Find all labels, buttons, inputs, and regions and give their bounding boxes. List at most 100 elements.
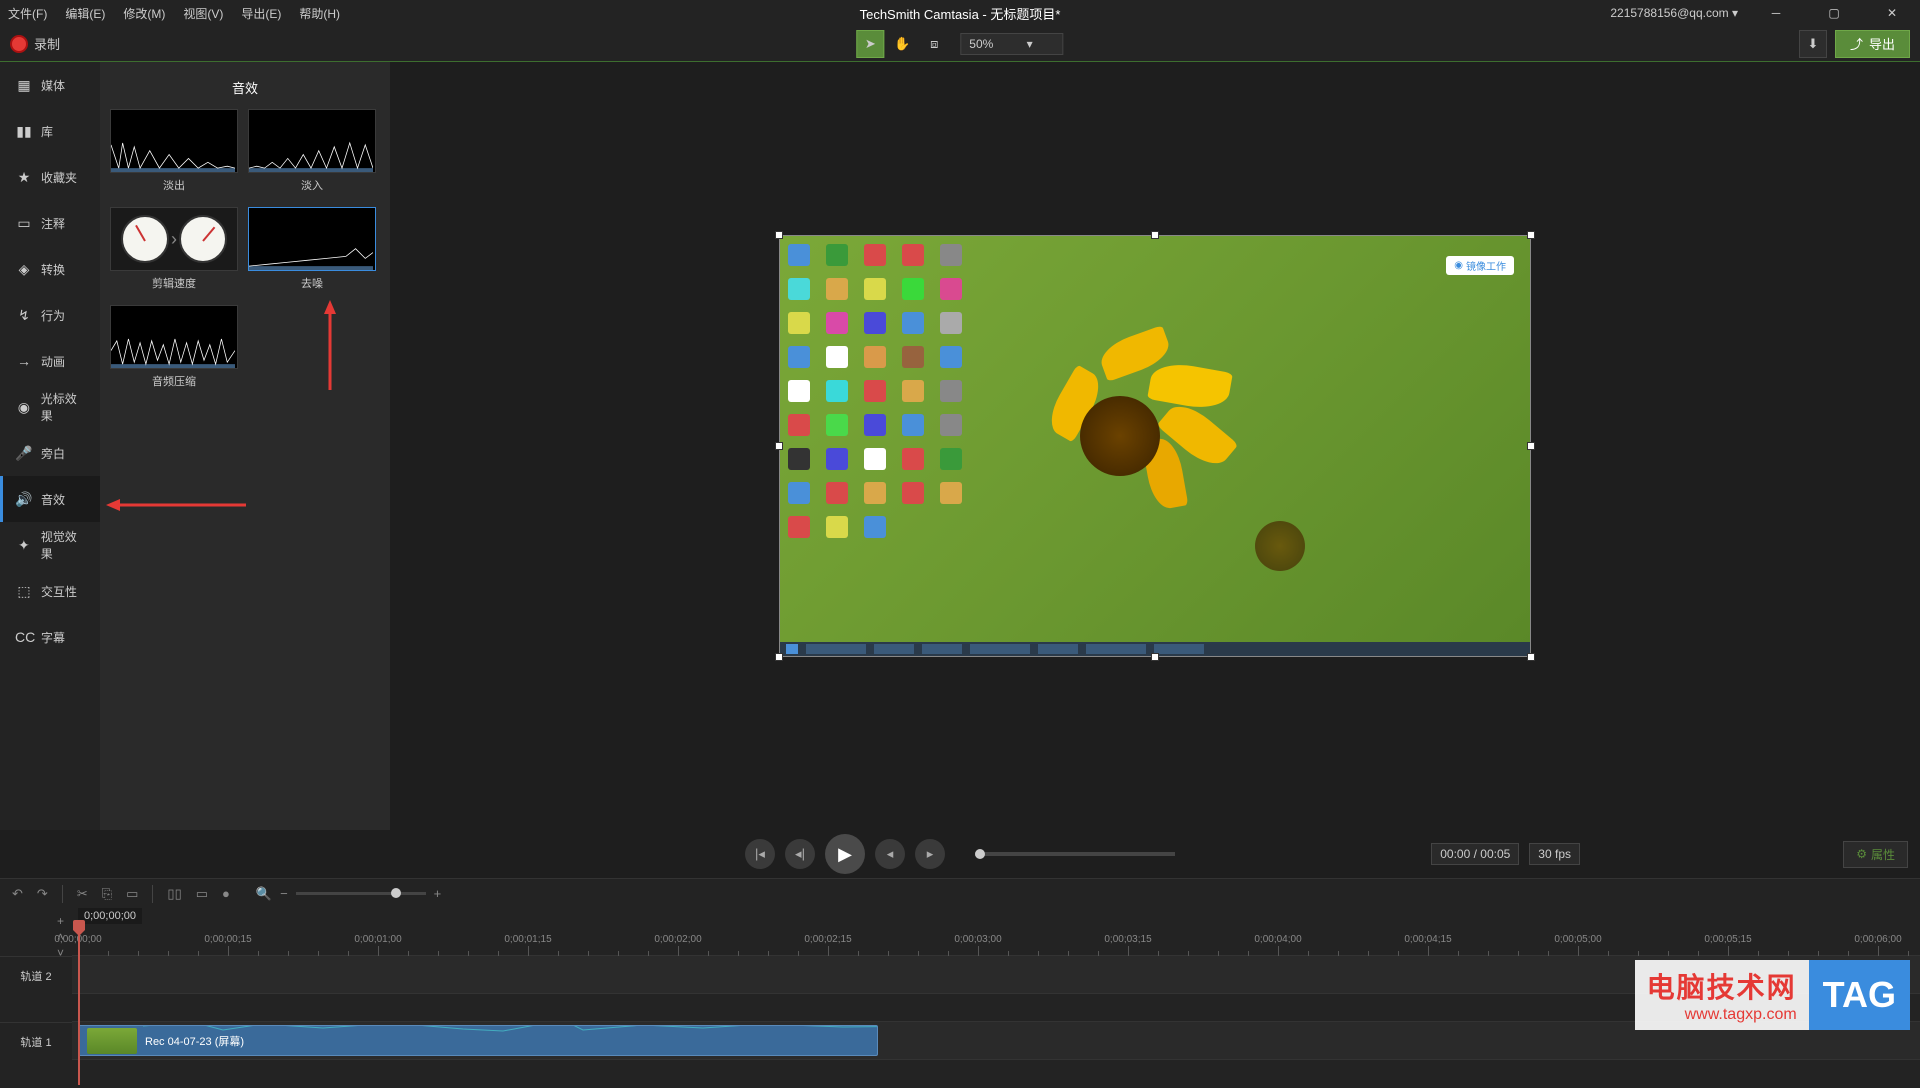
menu-file[interactable]: 文件(F)	[8, 5, 47, 22]
record-icon	[10, 35, 28, 53]
canvas-content: ◉ 镜像工作	[780, 236, 1530, 656]
playhead-time: 0;00;00;00	[78, 908, 142, 924]
resize-handle-lm[interactable]	[775, 442, 783, 450]
track-label-1[interactable]: 轨道 1	[0, 1022, 72, 1060]
share-icon: ⤴	[1850, 34, 1863, 53]
desktop-icons-grid	[788, 244, 968, 538]
clip[interactable]: Rec 04-07-23 (屏幕)	[78, 1025, 878, 1056]
panel-title: 音效	[110, 72, 380, 109]
cursor-icon: ◉	[15, 399, 33, 416]
effect-fade-in[interactable]: 淡入	[248, 109, 376, 197]
resize-handle-rm[interactable]	[1527, 442, 1535, 450]
track-row-2[interactable]	[72, 956, 1920, 994]
resize-handle-br[interactable]	[1527, 653, 1535, 661]
effects-panel: 音效 淡出 淡入 › 剪辑速度 去噪 音频压缩	[100, 62, 390, 830]
sidebar-item-library[interactable]: ▮▮库	[0, 108, 100, 154]
play-button[interactable]: ▶	[825, 834, 865, 874]
sidebar-item-interactivity[interactable]: ⬚交互性	[0, 568, 100, 614]
sidebar-item-cursor[interactable]: ◉光标效果	[0, 384, 100, 430]
canvas-frame[interactable]: ◉ 镜像工作	[779, 235, 1531, 657]
canvas-badge: ◉ 镜像工作	[1446, 256, 1514, 275]
paste-button[interactable]: ▭	[126, 886, 138, 902]
canvas-area[interactable]: ◉ 镜像工作	[390, 62, 1920, 830]
behavior-icon: ↯	[15, 307, 33, 324]
resize-handle-tl[interactable]	[775, 231, 783, 239]
media-icon: ▦	[15, 77, 33, 94]
timeline: + ˄ ˅ 轨道 2 轨道 1 0;00;00;00 0;00;00;000;0…	[0, 908, 1920, 1088]
step-back-button[interactable]: ◂|	[785, 839, 815, 869]
clip-name: Rec 04-07-23 (屏幕)	[145, 1033, 244, 1049]
menu-edit[interactable]: 编辑(E)	[65, 5, 105, 22]
zoom-fit-button[interactable]: 🔍	[256, 886, 272, 902]
copy-button[interactable]: ⎘	[102, 886, 112, 902]
menu-view[interactable]: 视图(V)	[183, 5, 223, 22]
sidebar-item-favorites[interactable]: ★收藏夹	[0, 154, 100, 200]
sidebar-item-behaviors[interactable]: ↯行为	[0, 292, 100, 338]
resize-handle-bm[interactable]	[1151, 653, 1159, 661]
prev-frame-button[interactable]: |◂	[745, 839, 775, 869]
resize-handle-bl[interactable]	[775, 653, 783, 661]
timeline-toolbar: ↶ ↷ ✂ ⎘ ▭ ▯▯ ▭ ● 🔍 − +	[0, 878, 1920, 908]
sparkle-icon: ✦	[15, 537, 33, 554]
resize-handle-tr[interactable]	[1527, 231, 1535, 239]
sidebar-item-visual-effects[interactable]: ✦视觉效果	[0, 522, 100, 568]
animation-icon: →	[15, 353, 33, 369]
sidebar-item-media[interactable]: ▦媒体	[0, 62, 100, 108]
sidebar-item-narration[interactable]: 🎤旁白	[0, 430, 100, 476]
download-button[interactable]: ⬇	[1799, 30, 1827, 58]
playback-time: 00:00 / 00:05	[1431, 843, 1519, 865]
close-button[interactable]: ✕	[1872, 0, 1912, 26]
top-toolbar: 录制 ➤ ✋ ⧈ 50% ▾ ⬇ ⤴ 导出	[0, 26, 1920, 62]
sidebar-item-animations[interactable]: →动画	[0, 338, 100, 384]
record-label: 录制	[34, 34, 60, 53]
sidebar-item-captions[interactable]: CC字幕	[0, 614, 100, 660]
cc-icon: CC	[15, 629, 33, 645]
collapse-down-button[interactable]: ˅	[57, 946, 64, 960]
effect-audio-compression[interactable]: 音频压缩	[110, 305, 238, 393]
crop-tool[interactable]: ⧈	[920, 30, 948, 58]
step-fwd-button[interactable]: ◂	[875, 839, 905, 869]
add-track-button[interactable]: +	[57, 914, 64, 928]
menu-modify[interactable]: 修改(M)	[123, 5, 165, 22]
properties-button[interactable]: ⚙ 属性	[1843, 841, 1908, 868]
cut-button[interactable]: ✂	[77, 886, 88, 902]
timeline-ruler[interactable]: 0;00;00;00 0;00;00;000;00;00;150;00;01;0…	[72, 908, 1920, 956]
account-label[interactable]: 2215788156@qq.com ▾	[1610, 6, 1738, 20]
sidebar-item-transitions[interactable]: ◈转换	[0, 246, 100, 292]
zoom-out-button[interactable]: −	[280, 886, 288, 901]
speaker-icon: 🔊	[15, 491, 33, 508]
track-label-2[interactable]: 轨道 2	[0, 956, 72, 994]
minimize-button[interactable]: ─	[1756, 0, 1796, 26]
maximize-button[interactable]: ▢	[1814, 0, 1854, 26]
zoom-slider[interactable]	[296, 892, 426, 895]
resize-handle-tm[interactable]	[1151, 231, 1159, 239]
zoom-in-button[interactable]: +	[434, 886, 442, 901]
record-audio-button[interactable]: ●	[222, 886, 230, 901]
clip-thumbnail	[87, 1028, 137, 1054]
cursor-tool[interactable]: ➤	[856, 30, 884, 58]
record-button[interactable]: 录制	[10, 34, 60, 53]
sidebar-item-audio-effects[interactable]: 🔊音效	[0, 476, 100, 522]
export-button[interactable]: ⤴ 导出	[1835, 30, 1910, 58]
menu-help[interactable]: 帮助(H)	[299, 5, 340, 22]
undo-button[interactable]: ↶	[12, 886, 23, 902]
library-icon: ▮▮	[15, 123, 33, 140]
effect-fade-out[interactable]: 淡出	[110, 109, 238, 197]
preview-slider[interactable]	[975, 852, 1175, 856]
star-icon: ★	[15, 169, 33, 186]
pan-tool[interactable]: ✋	[888, 30, 916, 58]
sidebar-item-annotations[interactable]: ▭注释	[0, 200, 100, 246]
next-frame-button[interactable]: ▸	[915, 839, 945, 869]
window-title: TechSmith Camtasia - 无标题项目*	[860, 4, 1061, 23]
interact-icon: ⬚	[15, 583, 33, 600]
effect-noise-removal[interactable]: 去噪	[248, 207, 376, 295]
annotation-icon: ▭	[15, 215, 33, 232]
marker-button[interactable]: ▭	[196, 886, 208, 902]
menu-export[interactable]: 导出(E)	[241, 5, 281, 22]
track-row-1[interactable]: Rec 04-07-23 (屏幕)	[72, 1022, 1920, 1060]
effect-clip-speed[interactable]: › 剪辑速度	[110, 207, 238, 295]
split-button[interactable]: ▯▯	[167, 886, 181, 902]
zoom-select[interactable]: 50% ▾	[960, 33, 1063, 55]
title-bar: 文件(F) 编辑(E) 修改(M) 视图(V) 导出(E) 帮助(H) Tech…	[0, 0, 1920, 26]
redo-button[interactable]: ↷	[37, 886, 48, 902]
